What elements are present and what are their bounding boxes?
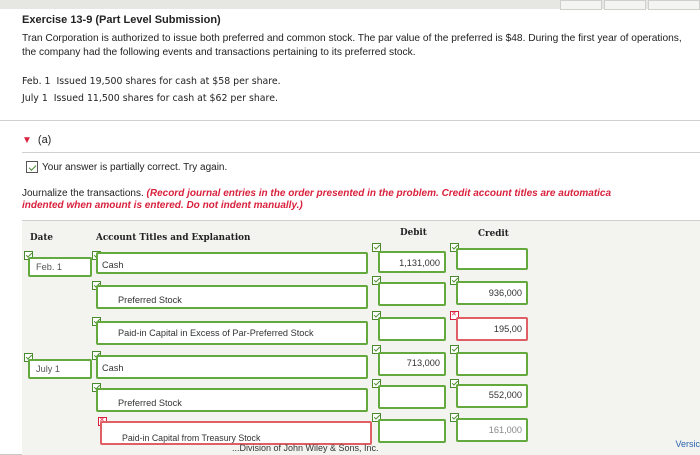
credit-input[interactable]: 195,00	[456, 317, 528, 341]
credit-input[interactable]: 552,000	[456, 384, 528, 408]
date-select[interactable]: Feb. 1	[28, 257, 92, 277]
column-header-debit: Debit	[400, 228, 427, 238]
account-title-input[interactable]: Cash	[96, 355, 368, 379]
section-divider	[0, 120, 700, 121]
debit-input[interactable]	[378, 385, 446, 409]
part-toggle[interactable]: ▼ (a)	[22, 134, 51, 146]
credit-input[interactable]	[456, 352, 528, 376]
exercise-title: Exercise 13-9 (Part Level Submission)	[22, 14, 221, 26]
part-divider	[22, 152, 700, 153]
account-title-input[interactable]: Paid-in Capital in Excess of Par-Preferr…	[96, 321, 368, 345]
copyright-footer: ...Division of John Wiley & Sons, Inc.	[232, 443, 379, 453]
account-title-input[interactable]: Preferred Stock	[96, 388, 368, 412]
debit-input[interactable]: 713,000	[378, 352, 446, 376]
credit-input[interactable]: 161,000	[456, 418, 528, 442]
collapse-triangle-icon[interactable]: ▼	[22, 135, 32, 146]
instruction-emphasis: (Record journal entries in the order pre…	[146, 188, 612, 199]
event-item: Feb. 1 Issued 19,500 shares for cash at …	[22, 76, 281, 87]
account-title-input[interactable]: Preferred Stock	[96, 285, 368, 309]
part-label: (a)	[37, 134, 52, 146]
toolbar-button[interactable]	[604, 0, 646, 10]
debit-input[interactable]: 1,131,000	[378, 251, 446, 273]
exercise-description: Tran Corporation is authorized to issue …	[22, 33, 682, 58]
debit-input[interactable]	[378, 282, 446, 306]
instruction-text: Journalize the transactions.	[22, 188, 147, 199]
column-header-account: Account Titles and Explanation	[96, 233, 251, 243]
exercise-header: Exercise 13-9 (Part Level Submission) Tr…	[22, 14, 692, 60]
event-item: July 1 Issued 11,500 shares for cash at …	[22, 93, 278, 104]
toolbar-button[interactable]	[560, 0, 602, 10]
feedback-message: Your answer is partially correct. Try ag…	[26, 161, 227, 173]
feedback-text: Your answer is partially correct. Try ag…	[42, 161, 228, 173]
instruction-emphasis-line2: indented when amount is entered. Do not …	[22, 200, 303, 211]
account-title-input[interactable]: Paid-in Capital from Treasury Stock	[100, 421, 372, 445]
account-title-input[interactable]: Cash	[96, 252, 368, 274]
credit-input[interactable]: 936,000	[456, 281, 528, 305]
date-select[interactable]: July 1	[28, 359, 92, 379]
column-header-credit: Credit	[478, 229, 509, 239]
debit-input[interactable]	[378, 419, 446, 443]
instructions: Journalize the transactions. (Record jou…	[22, 188, 700, 212]
version-link[interactable]: Versic	[675, 439, 700, 449]
event-list: Feb. 1 Issued 19,500 shares for cash at …	[22, 73, 281, 107]
top-toolbar	[0, 0, 700, 10]
debit-input[interactable]	[378, 317, 446, 341]
credit-input[interactable]	[456, 248, 528, 270]
journal-entry-table: Date Account Titles and Explanation Debi…	[22, 220, 700, 455]
partial-correct-icon	[26, 161, 38, 173]
toolbar-button[interactable]	[648, 0, 700, 10]
assignment-page: Exercise 13-9 (Part Level Submission) Tr…	[0, 0, 700, 455]
column-header-date: Date	[30, 233, 53, 243]
